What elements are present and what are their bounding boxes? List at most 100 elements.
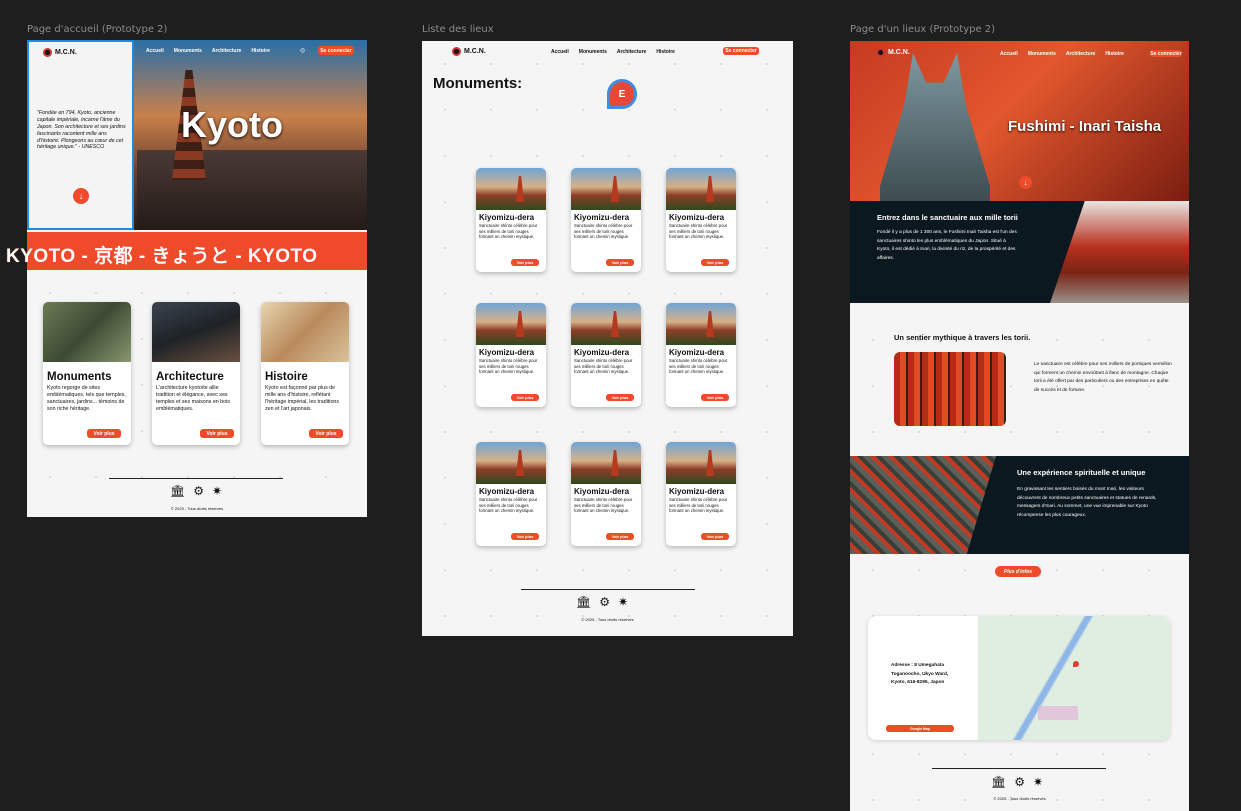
- see-more-button[interactable]: Voir plus: [200, 429, 234, 438]
- logo[interactable]: M.C.N.: [876, 48, 910, 57]
- nav-architecture[interactable]: Architecture: [212, 48, 241, 54]
- place-card[interactable]: Kiyomizu-dera Sanctuaire shinto célèbre p…: [571, 442, 641, 546]
- see-more-button[interactable]: Voir plus: [309, 429, 343, 438]
- place-image: [571, 303, 641, 345]
- nav-monuments[interactable]: Monuments: [1028, 51, 1056, 57]
- see-more-button[interactable]: Voir plus: [606, 394, 634, 401]
- fox-statue: [880, 53, 990, 201]
- map-area: [1038, 706, 1078, 720]
- nav-architecture[interactable]: Architecture: [617, 49, 646, 55]
- category-card-monuments[interactable]: Monuments Kyoto regorge de sites embléma…: [43, 302, 131, 445]
- temple-icon[interactable]: 🏛: [576, 595, 591, 609]
- river-line: [978, 616, 1170, 740]
- chat-icon[interactable]: ◎: [300, 47, 305, 54]
- category-card-history[interactable]: Histoire Kyoto est façonné par plus de m…: [261, 302, 349, 445]
- main-nav: Accueil Monuments Architecture Histoire: [551, 49, 675, 55]
- section-title: Entrez dans le sanctuaire aux mille tori…: [877, 213, 1018, 222]
- place-image: [476, 303, 546, 345]
- frame-home[interactable]: M.C.N. "Fondée en 794, Kyoto, ancienne c…: [27, 40, 367, 517]
- footer-icons: 🏛 ⚙ ✷: [576, 595, 628, 609]
- section-title: Un sentier mythique à travers les torii.: [894, 333, 1031, 342]
- place-card[interactable]: Kiyomizu-dera Sanctuaire shinto célèbre p…: [476, 168, 546, 272]
- nav-history[interactable]: Histoire: [656, 49, 675, 55]
- see-more-button[interactable]: Voir plus: [701, 394, 729, 401]
- unesco-quote: "Fondée en 794, Kyoto, ancienne capitale…: [37, 110, 126, 151]
- see-more-button[interactable]: Voir plus: [701, 533, 729, 540]
- category-desc: L'architecture kyotoïte allie tradition …: [156, 385, 230, 412]
- torii-path-image: [894, 352, 1006, 426]
- monuments-image: [43, 302, 131, 362]
- place-desc: Sanctuaire shinto célèbre pour ses milli…: [479, 358, 538, 375]
- place-image: [666, 442, 736, 484]
- place-desc: Sanctuaire shinto célèbre pour ses milli…: [669, 497, 728, 514]
- nav-home[interactable]: Accueil: [551, 49, 569, 55]
- see-more-button[interactable]: Voir plus: [606, 259, 634, 266]
- login-button[interactable]: Se connecter: [318, 46, 354, 55]
- category-desc: Kyoto est façonné par plus de mille ans …: [265, 385, 340, 412]
- gear-icon[interactable]: ⚙: [193, 484, 204, 498]
- sparkle-icon[interactable]: ✷: [212, 484, 222, 498]
- category-title: Architecture: [156, 371, 224, 383]
- frame-list[interactable]: M.C.N. Accueil Monuments Architecture Hi…: [422, 41, 793, 636]
- logo[interactable]: M.C.N.: [43, 48, 77, 57]
- place-name: Kiyomizu-dera: [479, 348, 535, 357]
- place-name: Kiyomizu-dera: [574, 348, 630, 357]
- temple-icon[interactable]: 🏛: [991, 775, 1006, 789]
- place-card[interactable]: Kiyomizu-dera Sanctuaire shinto célèbre p…: [666, 442, 736, 546]
- place-desc: Sanctuaire shinto célèbre pour ses milli…: [574, 358, 633, 375]
- quote-panel: M.C.N. "Fondée en 794, Kyoto, ancienne c…: [27, 40, 134, 230]
- gear-icon[interactable]: ⚙: [1014, 775, 1025, 789]
- collaborator-cursor: E: [607, 79, 637, 109]
- nav-architecture[interactable]: Architecture: [1066, 51, 1095, 57]
- nav-monuments[interactable]: Monuments: [174, 48, 202, 54]
- place-name: Kiyomizu-dera: [669, 348, 725, 357]
- category-card-architecture[interactable]: Architecture L'architecture kyotoïte all…: [152, 302, 240, 445]
- footer-divider: [932, 768, 1106, 769]
- logo[interactable]: M.C.N.: [452, 47, 486, 56]
- nav-monuments[interactable]: Monuments: [579, 49, 607, 55]
- fox-statues-image: [850, 456, 996, 554]
- place-card[interactable]: Kiyomizu-dera Sanctuaire shinto célèbre p…: [571, 303, 641, 407]
- nav-history[interactable]: Histoire: [1105, 51, 1124, 57]
- place-card[interactable]: Kiyomizu-dera Sanctuaire shinto célèbre p…: [571, 168, 641, 272]
- gear-icon[interactable]: ⚙: [599, 595, 610, 609]
- see-more-button[interactable]: Voir plus: [511, 533, 539, 540]
- frame-label-list: Liste des lieux: [422, 24, 494, 35]
- google-map-button[interactable]: Google Map: [886, 725, 954, 732]
- sparkle-icon[interactable]: ✷: [618, 595, 628, 609]
- scroll-down-icon[interactable]: ↓: [1019, 176, 1032, 189]
- place-name: Kiyomizu-dera: [669, 487, 725, 496]
- place-desc: Sanctuaire shinto célèbre pour ses milli…: [574, 223, 633, 240]
- logo-text: M.C.N.: [55, 49, 77, 56]
- place-image: [571, 168, 641, 210]
- more-info-button[interactable]: Plus d'infos: [995, 566, 1041, 577]
- temple-icon[interactable]: 🏛: [170, 484, 185, 498]
- see-more-button[interactable]: Voir plus: [701, 259, 729, 266]
- category-title: Monuments: [47, 371, 112, 383]
- login-button[interactable]: Se connecter: [723, 47, 759, 55]
- nav-history[interactable]: Histoire: [251, 48, 270, 54]
- section-body: Le sanctuaire est célèbre pour ses milli…: [1034, 362, 1172, 393]
- see-more-button[interactable]: Voir plus: [87, 429, 121, 438]
- nav-home[interactable]: Accueil: [1000, 51, 1018, 57]
- login-button[interactable]: Se connecter: [1150, 50, 1182, 57]
- place-card[interactable]: Kiyomizu-dera Sanctuaire shinto célèbre p…: [476, 442, 546, 546]
- frame-detail[interactable]: M.C.N. Accueil Monuments Architecture Hi…: [850, 41, 1189, 811]
- footer-divider: [521, 589, 695, 590]
- map-view[interactable]: [978, 616, 1170, 740]
- copyright: © 2025 - Tous droits réservés: [581, 617, 634, 622]
- nav-home[interactable]: Accueil: [146, 48, 164, 54]
- place-card[interactable]: Kiyomizu-dera Sanctuaire shinto célèbre p…: [666, 303, 736, 407]
- hero-title: Kyoto: [181, 104, 283, 145]
- place-card[interactable]: Kiyomizu-dera Sanctuaire shinto célèbre p…: [666, 168, 736, 272]
- scroll-down-icon[interactable]: ↓: [73, 188, 89, 204]
- sparkle-icon[interactable]: ✷: [1033, 775, 1043, 789]
- see-more-button[interactable]: Voir plus: [511, 259, 539, 266]
- logo-text: M.C.N.: [888, 49, 910, 56]
- place-desc: Sanctuaire shinto célèbre pour ses milli…: [479, 497, 538, 514]
- place-card[interactable]: Kiyomizu-dera Sanctuaire shinto célèbre p…: [476, 303, 546, 407]
- see-more-button[interactable]: Voir plus: [606, 533, 634, 540]
- category-desc: Kyoto regorge de sites emblématiques, te…: [47, 385, 126, 412]
- category-title: Histoire: [265, 371, 308, 383]
- see-more-button[interactable]: Voir plus: [511, 394, 539, 401]
